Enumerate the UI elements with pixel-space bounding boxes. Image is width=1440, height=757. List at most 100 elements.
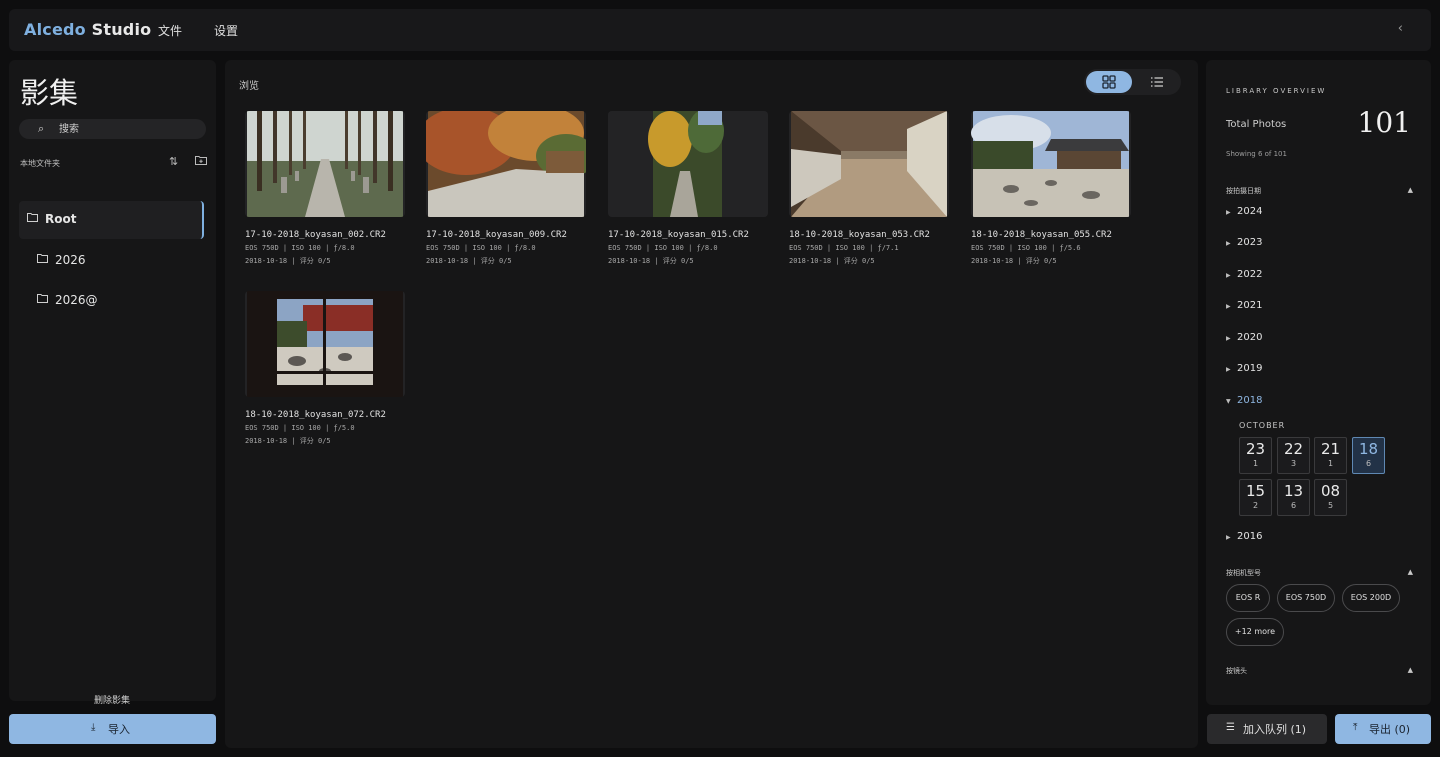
local-folders-label: 本地文件夹: [20, 159, 60, 168]
by-lens-header[interactable]: 按镜头: [1226, 666, 1247, 676]
photo-exif: EOS 750D | ISO 100 | ƒ/7.1: [789, 244, 899, 252]
photo-exif: EOS 750D | ISO 100 | ƒ/8.0: [426, 244, 536, 252]
day-count: 6: [1365, 459, 1372, 468]
day-cell[interactable]: 21 1: [1314, 437, 1347, 474]
triangle-right-icon: ▶: [1226, 534, 1231, 541]
brand-part-a: Alcedo: [24, 20, 86, 39]
list-view-button[interactable]: [1136, 71, 1179, 93]
photo-thumbnail[interactable]: [608, 111, 768, 217]
upload-icon: ⤒: [1353, 722, 1358, 733]
export-button[interactable]: ⤒ 导出 (0): [1335, 714, 1431, 744]
day-number: 23: [1245, 440, 1266, 458]
day-cell[interactable]: 23 1: [1239, 437, 1272, 474]
year-label: 2019: [1237, 363, 1263, 374]
photo-image: [608, 111, 768, 217]
folder-icon: [37, 294, 48, 306]
photo-date-rating: 2018-10-18 | 评分 0/5: [608, 257, 694, 265]
add-to-queue-button[interactable]: ☰ 加入队列 (1): [1207, 714, 1327, 744]
photo-thumbnail[interactable]: [789, 111, 949, 217]
photo-thumbnail[interactable]: [426, 111, 586, 217]
grid-view-button[interactable]: [1086, 71, 1132, 93]
photo-thumbnail[interactable]: [245, 111, 405, 217]
menu-settings[interactable]: 设置: [214, 22, 238, 39]
triangle-right-icon: ▶: [1226, 272, 1231, 279]
day-cell[interactable]: 13 6: [1277, 479, 1310, 516]
import-label: 导入: [108, 723, 130, 736]
day-count: 2: [1252, 501, 1259, 510]
menu-file[interactable]: 文件: [158, 22, 182, 39]
photo-image: [791, 111, 947, 217]
day-number: 18: [1358, 440, 1379, 458]
day-count: 1: [1252, 459, 1259, 468]
collapse-toggle-icon[interactable]: ▲: [1408, 666, 1413, 674]
folder-label: Root: [45, 212, 77, 226]
photo-image: [247, 111, 403, 217]
photo-image: [426, 111, 586, 217]
camera-chip[interactable]: EOS R: [1226, 584, 1270, 612]
day-number: 22: [1283, 440, 1304, 458]
photo-thumbnail[interactable]: [245, 291, 405, 397]
by-date-header[interactable]: 按拍摄日期: [1226, 186, 1261, 196]
brand-part-b: Studio: [85, 20, 152, 39]
collapse-toggle-icon[interactable]: ▲: [1408, 186, 1413, 194]
day-cell[interactable]: 08 5: [1314, 479, 1347, 516]
year-label: 2021: [1237, 300, 1263, 311]
year-label: 2016: [1237, 531, 1263, 542]
photo-exif: EOS 750D | ISO 100 | ƒ/8.0: [245, 244, 355, 252]
photo-date-rating: 2018-10-18 | 评分 0/5: [426, 257, 512, 265]
triangle-right-icon: ▶: [1226, 209, 1231, 216]
photo-date-rating: 2018-10-18 | 评分 0/5: [971, 257, 1057, 265]
app-logo[interactable]: Alcedo Studio: [24, 20, 151, 39]
day-number: 13: [1283, 482, 1304, 500]
photo-exif: EOS 750D | ISO 100 | ƒ/5.0: [245, 424, 355, 432]
day-cell[interactable]: 15 2: [1239, 479, 1272, 516]
list-icon: [1151, 77, 1163, 87]
delete-album-button[interactable]: 删除影集: [94, 693, 130, 706]
triangle-down-icon: ▼: [1226, 398, 1231, 405]
folder-label: 2026: [55, 253, 86, 267]
photo-thumbnail[interactable]: [971, 111, 1131, 217]
folder-label: 2026@: [55, 293, 98, 307]
folder-item-2026-at[interactable]: 2026@: [19, 282, 204, 320]
day-cell[interactable]: 22 3: [1277, 437, 1310, 474]
download-icon: ⤓: [91, 722, 96, 733]
search-input[interactable]: [59, 121, 189, 137]
add-folder-icon[interactable]: [195, 155, 207, 168]
photo-filename: 18-10-2018_koyasan_053.CR2: [789, 230, 930, 240]
year-label: 2022: [1237, 269, 1263, 280]
search-box[interactable]: ⌕: [19, 119, 206, 139]
more-cameras-chip[interactable]: +12 more: [1226, 618, 1284, 646]
folder-icon: [37, 254, 48, 266]
photo-date-rating: 2018-10-18 | 评分 0/5: [245, 257, 331, 265]
triangle-right-icon: ▶: [1226, 303, 1231, 310]
folder-item-2026[interactable]: 2026: [19, 242, 204, 280]
camera-chip[interactable]: EOS 750D: [1277, 584, 1335, 612]
collapse-toggle-icon[interactable]: ▲: [1408, 568, 1413, 576]
day-count: 3: [1290, 459, 1297, 468]
photo-image: [971, 111, 1129, 217]
view-toggle: [1084, 69, 1181, 95]
month-label: OCTOBER: [1239, 421, 1286, 430]
camera-chip[interactable]: EOS 200D: [1342, 584, 1400, 612]
day-count: 1: [1327, 459, 1334, 468]
photo-filename: 17-10-2018_koyasan_002.CR2: [245, 230, 386, 240]
photo-date-rating: 2018-10-18 | 评分 0/5: [245, 437, 331, 445]
browse-panel: 浏览 17-10-2018_koyasan_002.CR2 EOS 750D |…: [225, 60, 1198, 748]
year-label: 2020: [1237, 332, 1263, 343]
sort-icon[interactable]: ⇅: [169, 155, 178, 168]
export-label: 导出 (0): [1369, 723, 1411, 736]
folder-item-root[interactable]: Root: [19, 201, 204, 239]
showing-count: Showing 6 of 101: [1226, 150, 1287, 158]
day-number: 21: [1320, 440, 1341, 458]
import-button[interactable]: ⤓ 导入: [9, 714, 216, 744]
total-photos-label: Total Photos: [1226, 119, 1287, 130]
day-cell-selected[interactable]: 18 6: [1352, 437, 1385, 474]
triangle-right-icon: ▶: [1226, 335, 1231, 342]
chevron-left-icon[interactable]: ‹: [1398, 21, 1403, 36]
sidebar-title: 影集: [20, 76, 79, 110]
overview-title: LIBRARY OVERVIEW: [1226, 87, 1327, 95]
album-sidebar: 影集 ⌕ 本地文件夹 ⇅ Root 2026 2026@ 删除影集: [9, 60, 216, 706]
photo-image: [247, 291, 403, 397]
photo-exif: EOS 750D | ISO 100 | ƒ/8.0: [608, 244, 718, 252]
by-camera-header[interactable]: 按相机型号: [1226, 568, 1261, 578]
